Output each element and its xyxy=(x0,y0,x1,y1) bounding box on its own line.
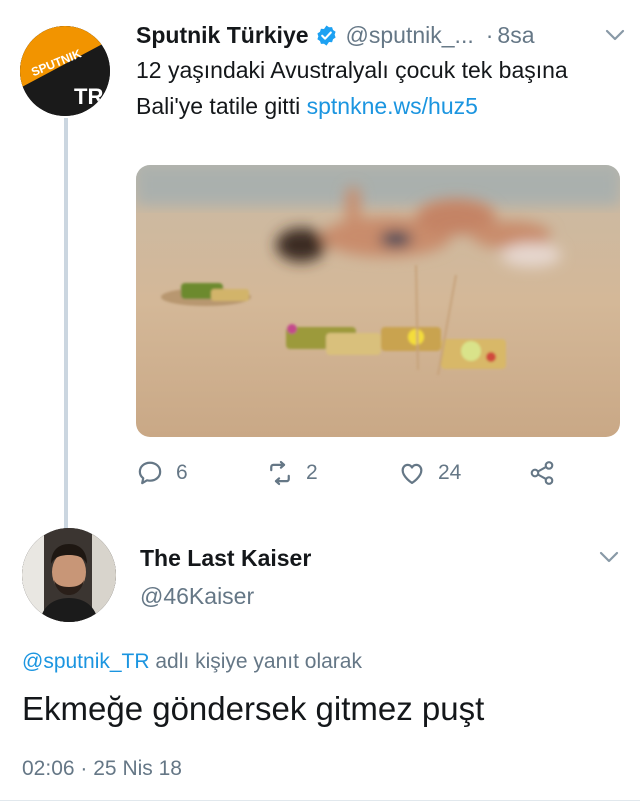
reply-mention[interactable]: @sputnik_TR xyxy=(22,650,150,673)
retweet-count: 2 xyxy=(306,461,318,484)
chevron-down-icon[interactable] xyxy=(604,26,626,44)
divider xyxy=(0,800,640,801)
author-handle[interactable]: @sputnik_... xyxy=(346,22,474,49)
reply-context-text: adlı kişiye yanıt olarak xyxy=(155,650,362,673)
user-photo xyxy=(22,528,116,622)
reply-timestamp: 02:06 · 25 Nis 18 xyxy=(22,757,182,781)
retweet-action[interactable]: 2 xyxy=(266,456,318,490)
reply-icon[interactable] xyxy=(136,459,164,487)
reply-time-separator: · xyxy=(80,757,88,780)
like-action[interactable]: 24 xyxy=(398,456,461,490)
sputnik-logo: SPUTNIK TR xyxy=(20,26,110,116)
verified-icon xyxy=(316,24,336,46)
share-icon[interactable] xyxy=(528,459,556,487)
thread-line xyxy=(64,118,68,530)
tweet-link[interactable]: sptnkne.ws/huz5 xyxy=(307,93,478,119)
beach-photo xyxy=(136,165,620,437)
reply-author-handle[interactable]: @46Kaiser xyxy=(140,583,254,610)
time-separator: · xyxy=(485,21,494,48)
like-count: 24 xyxy=(438,461,462,484)
tweet-media-image[interactable] xyxy=(136,165,620,437)
tweet-time[interactable]: 8sa xyxy=(497,22,534,49)
reply-text: Ekmeğe göndersek gitmez puşt xyxy=(22,690,485,727)
reply-time[interactable]: 02:06 xyxy=(22,757,75,780)
retweet-icon[interactable] xyxy=(266,459,294,487)
reply-context: @sputnik_TR adlı kişiye yanıt olarak xyxy=(22,650,362,674)
reply-action[interactable]: 6 xyxy=(136,456,188,490)
share-action[interactable] xyxy=(528,456,556,490)
like-icon[interactable] xyxy=(398,459,426,487)
reply-date[interactable]: 25 Nis 18 xyxy=(93,757,182,780)
reply-count: 6 xyxy=(176,461,188,484)
tweet-header: Sputnik Türkiye @sputnik_... · 8sa xyxy=(136,18,626,52)
sputnik-avatar[interactable]: SPUTNIK TR xyxy=(20,26,110,116)
author-name[interactable]: Sputnik Türkiye xyxy=(136,22,309,49)
reply-author-name[interactable]: The Last Kaiser xyxy=(140,545,311,572)
svg-text:TR: TR xyxy=(74,84,103,109)
tweet-actions: 6 2 24 xyxy=(136,456,576,490)
reply-chevron-down-icon[interactable] xyxy=(598,548,620,566)
reply-avatar[interactable] xyxy=(22,528,116,622)
tweet-text: 12 yaşındaki Avustralyalı çocuk tek başı… xyxy=(136,52,606,124)
